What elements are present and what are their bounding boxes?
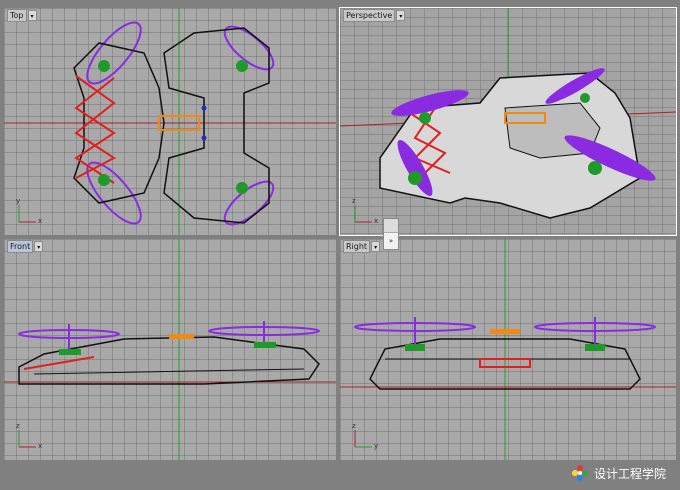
viewport-label[interactable]: Front: [7, 240, 34, 253]
viewport-top[interactable]: Top ▾ x y: [4, 8, 336, 235]
viewport-front[interactable]: Front ▾ x z: [4, 239, 336, 460]
axis-z-label: z: [352, 197, 356, 205]
dropdown-arrow-icon[interactable]: ▾: [27, 10, 37, 21]
axis-triad: x z: [14, 422, 44, 452]
axis-triad: y z: [350, 422, 380, 452]
watermark-text: 设计工程学院: [593, 466, 666, 481]
axis-z-label: z: [352, 422, 356, 430]
viewport-title-front[interactable]: Front ▾: [7, 240, 44, 253]
watermark: 设计工程学院: [571, 464, 666, 482]
viewport-label[interactable]: Top: [7, 9, 27, 22]
top-view-model: [4, 8, 336, 235]
panel-toggle-button[interactable]: »: [383, 218, 399, 250]
axis-triad: x y: [14, 197, 44, 227]
axis-x-label: x: [38, 217, 43, 225]
viewport-right[interactable]: Right ▾ y z: [340, 239, 676, 460]
viewport-title-top[interactable]: Top ▾: [7, 9, 37, 22]
dropdown-arrow-icon[interactable]: ▾: [34, 241, 44, 252]
double-chevron-icon: »: [388, 237, 394, 245]
dropdown-arrow-icon[interactable]: ▾: [371, 241, 381, 252]
axis-x-label: x: [38, 442, 43, 450]
viewport-title-right[interactable]: Right ▾: [343, 240, 381, 253]
flower-logo-icon: [571, 465, 588, 481]
viewport-label[interactable]: Perspective: [343, 9, 396, 22]
viewport-perspective[interactable]: Perspective ▾ x z: [339, 7, 677, 236]
viewport-label[interactable]: Right: [343, 240, 371, 253]
axis-x-label: x: [374, 217, 379, 225]
axis-triad: x z: [350, 197, 380, 227]
front-view-model: [4, 239, 336, 460]
axis-z-label: z: [16, 422, 20, 430]
dropdown-arrow-icon[interactable]: ▾: [396, 10, 406, 21]
axis-y-label: y: [16, 197, 21, 205]
panel-toggle-top: [384, 219, 398, 233]
viewport-title-perspective[interactable]: Perspective ▾: [343, 9, 406, 22]
perspective-view-model: [340, 8, 676, 219]
axis-y-label: y: [374, 442, 379, 450]
right-view-model: [340, 239, 676, 460]
